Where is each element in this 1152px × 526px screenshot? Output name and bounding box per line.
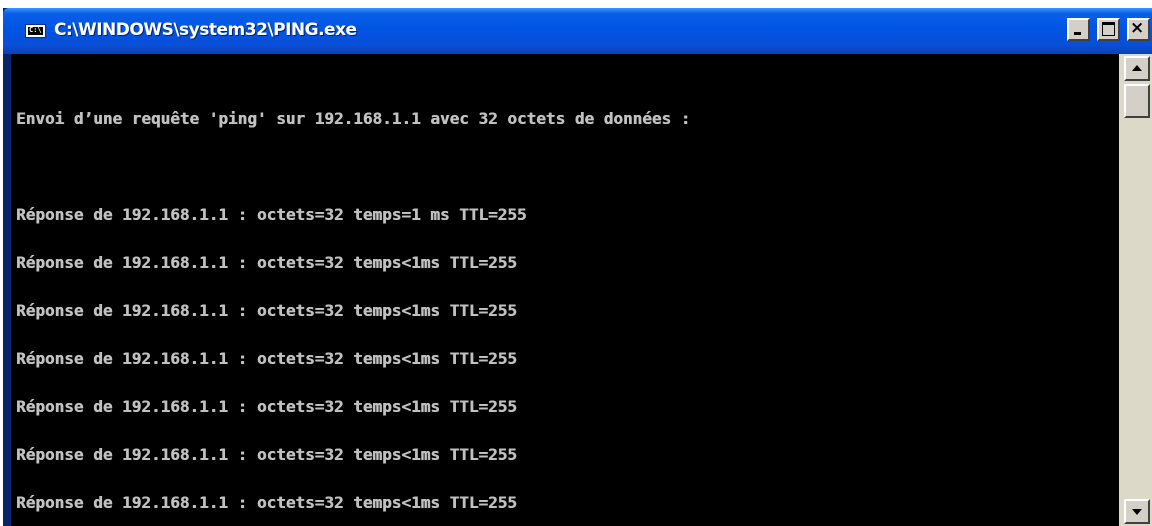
console-icon[interactable]: C:\ xyxy=(25,24,46,38)
console-window: C:\ C:\WINDOWS\system32\PING.exe × Envoi… xyxy=(3,8,1152,526)
console-output: Envoi d’une requête 'ping' sur 192.168.1… xyxy=(16,79,690,526)
arrow-down-icon xyxy=(1132,509,1142,515)
console-reply-line: Réponse de 192.168.1.1 : octets=32 temps… xyxy=(16,301,517,320)
console-reply-line: Réponse de 192.168.1.1 : octets=32 temps… xyxy=(16,349,517,368)
vertical-scrollbar[interactable] xyxy=(1119,54,1152,526)
close-button[interactable]: × xyxy=(1127,18,1150,41)
minimize-button[interactable] xyxy=(1067,18,1090,41)
console-output-area[interactable]: Envoi d’une requête 'ping' sur 192.168.1… xyxy=(11,54,1119,526)
console-reply-line: Réponse de 192.168.1.1 : octets=32 temps… xyxy=(16,253,517,272)
close-icon: × xyxy=(1130,18,1145,38)
scroll-thumb[interactable] xyxy=(1124,84,1150,118)
title-bar[interactable]: C:\ C:\WINDOWS\system32\PING.exe × xyxy=(3,8,1152,54)
console-reply-line: Réponse de 192.168.1.1 : octets=32 temps… xyxy=(16,397,517,416)
console-icon-glyph: C:\ xyxy=(29,26,42,34)
scroll-down-button[interactable] xyxy=(1124,499,1150,524)
scroll-up-button[interactable] xyxy=(1124,56,1150,81)
arrow-up-icon xyxy=(1132,65,1142,71)
console-intro-line: Envoi d’une requête 'ping' sur 192.168.1… xyxy=(16,109,691,128)
maximize-button[interactable] xyxy=(1097,18,1120,41)
window-title: C:\WINDOWS\system32\PING.exe xyxy=(54,20,357,40)
console-reply-line: Réponse de 192.168.1.1 : octets=32 temps… xyxy=(16,445,517,464)
console-reply-line: Réponse de 192.168.1.1 : octets=32 temps… xyxy=(16,493,517,512)
console-reply-line: Réponse de 192.168.1.1 : octets=32 temps… xyxy=(16,205,527,224)
